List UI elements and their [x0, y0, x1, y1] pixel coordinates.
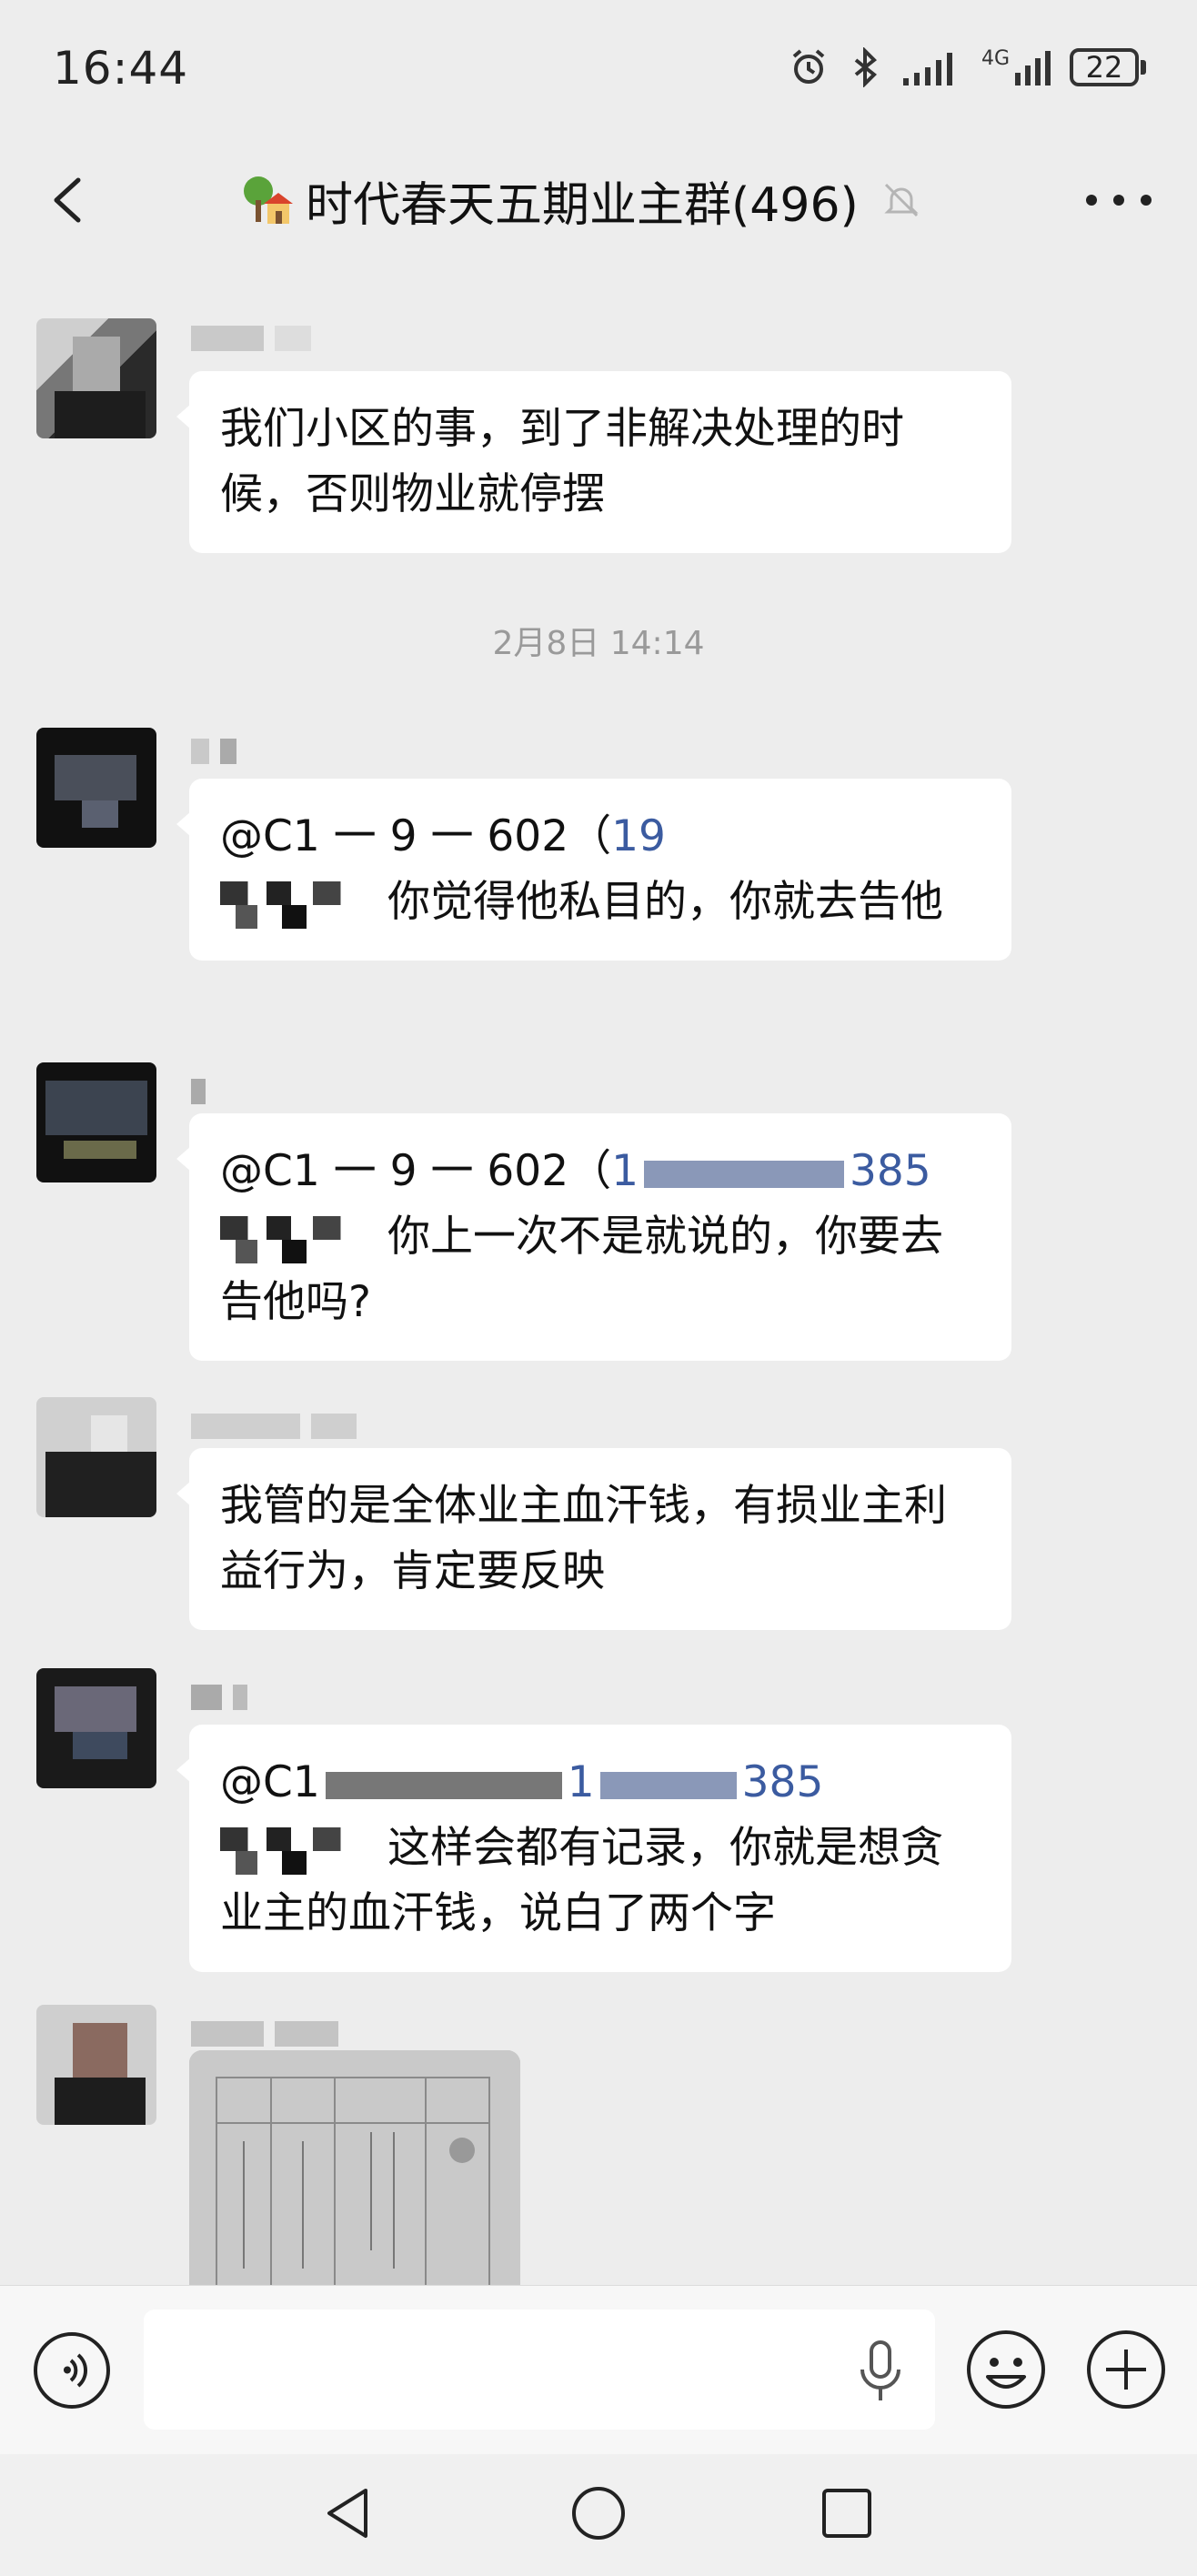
sender-name-blurred	[191, 1414, 357, 1450]
signal-4g: 4G	[981, 47, 1053, 87]
message-bubble[interactable]: 我管的是全体业主血汗钱，有损业主利益行为，肯定要反映	[176, 1448, 1011, 1630]
title-wrap: 时代春天五期业主群(496)	[238, 167, 922, 233]
more-button[interactable]	[1086, 182, 1152, 218]
phone-tail[interactable]: 385	[742, 1757, 824, 1807]
system-nav-bar	[0, 2454, 1197, 2576]
network-label: 4G	[981, 47, 1010, 70]
battery-indicator: 22	[1070, 48, 1146, 86]
sender-name-blurred	[191, 326, 311, 362]
more-dot	[1086, 195, 1097, 206]
bluetooth-icon	[854, 47, 877, 87]
sender-name-blurred	[191, 1685, 247, 1721]
message-bubble[interactable]: @C1 一 9 一 602（19 你觉得他私目的，你就去告他	[176, 779, 1011, 961]
sender-name-blurred	[191, 739, 236, 775]
house-tree-icon	[244, 176, 293, 224]
emoji-button[interactable]	[964, 2328, 1048, 2411]
sender-name-blurred	[191, 1079, 206, 1115]
message-text: 我管的是全体业主血汗钱，有损业主利益行为，肯定要反映	[220, 1481, 947, 1596]
mute-bell-icon	[884, 183, 919, 217]
battery-tip	[1141, 60, 1146, 75]
phone-redacted	[599, 1771, 737, 1799]
avatar[interactable]	[36, 318, 156, 438]
time-divider: 2月8日 14:14	[492, 625, 705, 662]
redacted-mosaic	[220, 880, 375, 929]
signal-icon	[902, 53, 952, 86]
phone-link[interactable]: 19	[611, 811, 666, 861]
phone-tail[interactable]: 385	[850, 1146, 931, 1196]
message-text: 我们小区的事，到了非解决处理的时候，否则物业就停摆	[220, 404, 904, 519]
avatar-image	[55, 337, 146, 438]
input-bar	[0, 2285, 1197, 2454]
avatar-image	[45, 1415, 156, 1517]
phone-redacted	[644, 1160, 844, 1188]
phone-link[interactable]: 1	[611, 1146, 639, 1196]
chat-header: 时代春天五期业主群(496)	[0, 136, 1197, 264]
battery-level: 22	[1070, 48, 1139, 86]
avatar[interactable]	[36, 2005, 156, 2125]
back-button[interactable]	[42, 171, 96, 229]
nav-recents-icon[interactable]	[815, 2481, 879, 2545]
avatar-image	[55, 2023, 146, 2125]
more-options-plus-button[interactable]	[1084, 2328, 1168, 2411]
mention-text: @C1 一 9 一 602（	[220, 1146, 612, 1196]
message-bubble[interactable]: 我们小区的事，到了非解决处理的时候，否则物业就停摆	[176, 371, 1011, 553]
message-text: 你觉得他私目的，你就去告他	[387, 877, 943, 927]
mention-redacted	[325, 1771, 562, 1799]
status-icons: 4G 22	[789, 47, 1146, 87]
nav-home-icon[interactable]	[567, 2481, 630, 2545]
message-bubble[interactable]: @C1 一 9 一 602（1 385 你上一次不是就说的，你要去告他吗?	[176, 1113, 1011, 1361]
document-photo-image	[189, 2050, 520, 2285]
message-input[interactable]	[144, 2309, 935, 2430]
photo-message[interactable]	[189, 2050, 520, 2285]
avatar[interactable]	[36, 728, 156, 848]
redacted-mosaic	[220, 1826, 375, 1875]
status-bar: 16:44 4G 22	[0, 0, 1197, 136]
avatar[interactable]	[36, 1668, 156, 1788]
mention-text: @C1 一 9 一 602（	[220, 811, 612, 861]
avatar[interactable]	[36, 1062, 156, 1182]
alarm-icon	[792, 49, 825, 84]
chat-area[interactable]: 我们小区的事，到了非解决处理的时候，否则物业就停摆 2月8日 14:14 @C1…	[0, 264, 1197, 2285]
more-dot	[1141, 195, 1152, 206]
avatar[interactable]	[36, 1397, 156, 1517]
signal-4g-icon	[1015, 51, 1051, 86]
mention-text: @C1	[220, 1757, 320, 1807]
voice-mode-button[interactable]	[31, 2329, 113, 2411]
message-bubble[interactable]: @C1 1 385 这样会都有记录，你就是想贪业主的血汗钱，说白了两个字	[176, 1725, 1011, 1972]
avatar-image	[45, 1081, 147, 1159]
chat-title: 时代春天五期业主群(496)	[306, 177, 859, 233]
avatar-image	[55, 755, 136, 828]
phone-link[interactable]: 1	[568, 1757, 595, 1807]
nav-back-icon[interactable]	[317, 2481, 380, 2545]
avatar-image	[55, 1686, 136, 1759]
microphone-icon[interactable]	[855, 2339, 906, 2404]
status-time: 16:44	[53, 42, 189, 95]
more-dot	[1113, 195, 1124, 206]
redacted-mosaic	[220, 1215, 375, 1263]
